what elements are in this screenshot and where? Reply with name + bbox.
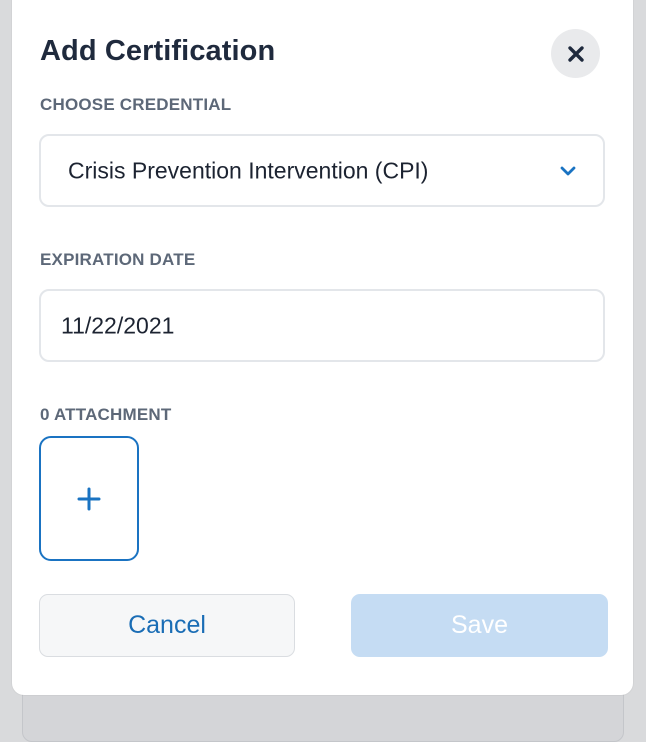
add-attachment-button[interactable] — [39, 436, 139, 561]
attachment-count-label: 0 ATTACHMENT — [40, 405, 172, 424]
credential-select[interactable]: Crisis Prevention Intervention (CPI) — [39, 134, 605, 207]
save-button[interactable]: Save — [351, 594, 608, 657]
plus-icon — [77, 487, 101, 510]
expiration-date-value: 11/22/2021 — [61, 312, 175, 338]
add-certification-dialog: Add Certification CHOOSE CREDENTIAL Cris… — [12, 0, 633, 695]
expiration-date-input[interactable]: 11/22/2021 — [39, 289, 605, 362]
close-icon — [567, 45, 584, 62]
expiration-label: EXPIRATION DATE — [40, 250, 196, 269]
chevron-down-icon — [560, 166, 576, 175]
cancel-button[interactable]: Cancel — [39, 594, 295, 657]
credential-selected-value: Crisis Prevention Intervention (CPI) — [68, 157, 429, 183]
dialog-title: Add Certification — [40, 35, 276, 67]
close-button[interactable] — [551, 29, 600, 78]
credential-label: CHOOSE CREDENTIAL — [40, 95, 232, 114]
